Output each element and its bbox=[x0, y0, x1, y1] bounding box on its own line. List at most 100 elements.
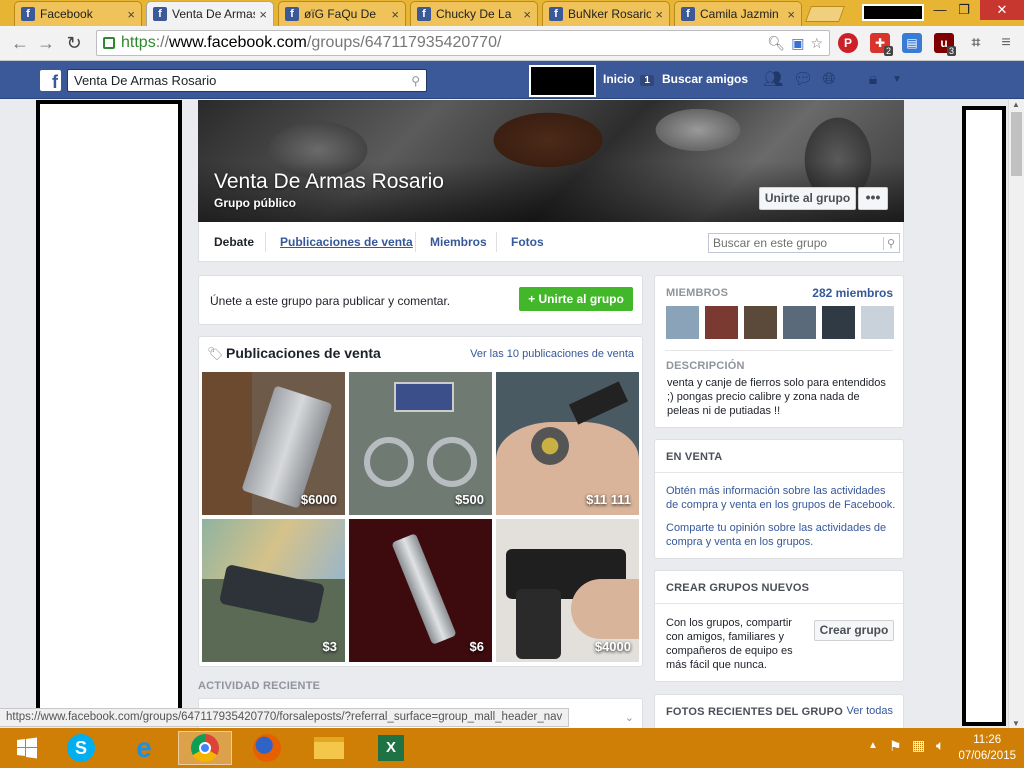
reload-icon[interactable]: ↻ bbox=[62, 32, 86, 54]
member-avatar[interactable] bbox=[666, 306, 699, 339]
forward-icon[interactable]: → bbox=[34, 32, 58, 54]
home-count-badge: 1 bbox=[640, 75, 654, 86]
page-scrollbar[interactable]: ▲ ▼ bbox=[1008, 100, 1024, 728]
chevron-down-icon[interactable]: ⌄ bbox=[625, 711, 634, 724]
item-price: $4000 bbox=[594, 639, 631, 654]
show-hidden-icons-icon[interactable]: ▲ bbox=[868, 740, 878, 751]
members-count-link[interactable]: 282 miembros bbox=[812, 286, 893, 300]
pinterest-extension-icon[interactable]: P bbox=[838, 33, 858, 53]
url-scheme: https bbox=[121, 34, 156, 51]
start-button[interactable] bbox=[0, 731, 54, 765]
search-icon[interactable]: ⚲ bbox=[411, 74, 420, 88]
group-name[interactable]: Venta De Armas Rosario bbox=[214, 170, 444, 194]
browser-tab-venta-de-armas[interactable]: f Venta De Armas Rosario × bbox=[146, 1, 274, 26]
taskbar-firefox[interactable] bbox=[240, 731, 294, 765]
messages-icon[interactable]: 💬︎ bbox=[793, 71, 813, 89]
taskbar-file-explorer[interactable] bbox=[302, 731, 356, 765]
facebook-search-box[interactable]: ⚲ bbox=[67, 69, 427, 92]
account-menu-chevron-icon[interactable]: ▼ bbox=[888, 71, 906, 89]
group-tabs: Debate Publicaciones de venta Miembros F… bbox=[198, 222, 904, 262]
member-avatar[interactable] bbox=[783, 306, 816, 339]
taskbar-internet-explorer[interactable]: e bbox=[117, 731, 171, 765]
home-link[interactable]: Inicio 1 bbox=[603, 72, 654, 86]
address-bar[interactable]: https://www.facebook.com/groups/64711793… bbox=[96, 30, 830, 56]
facebook-logo-icon[interactable]: f bbox=[40, 70, 61, 91]
learn-more-selling-link[interactable]: Obtén más información sobre las activida… bbox=[666, 484, 896, 512]
close-tab-icon[interactable]: × bbox=[523, 7, 531, 22]
browser-tab-faqu[interactable]: f øïG FaQu De × bbox=[278, 1, 406, 26]
close-tab-icon[interactable]: × bbox=[391, 7, 399, 22]
share-feedback-link[interactable]: Comparte tu opinión sobre las actividade… bbox=[666, 521, 896, 549]
facebook-favicon-icon: f bbox=[21, 7, 35, 21]
group-search-box[interactable]: ⚲ bbox=[708, 233, 900, 253]
member-avatar[interactable] bbox=[861, 306, 894, 339]
member-avatar[interactable] bbox=[744, 306, 777, 339]
browser-tab-bunker[interactable]: f BuNker Rosario × bbox=[542, 1, 670, 26]
excel-icon: X bbox=[378, 735, 404, 761]
tab-title: BuNker Rosario bbox=[568, 7, 652, 21]
action-center-flag-icon[interactable]: ⚑ bbox=[889, 738, 902, 755]
facebook-search-input[interactable] bbox=[74, 73, 412, 88]
tab-photos[interactable]: Fotos bbox=[511, 235, 544, 249]
create-group-button[interactable]: Crear grupo bbox=[814, 620, 894, 641]
for-sale-item[interactable]: $11 111 bbox=[496, 372, 639, 515]
volume-icon[interactable]: 🔈︎ bbox=[936, 737, 944, 754]
for-sale-item[interactable]: $3 bbox=[202, 519, 345, 662]
taskbar-skype[interactable]: S bbox=[54, 731, 108, 765]
see-all-for-sale-link[interactable]: Ver las 10 publicaciones de venta bbox=[470, 348, 634, 360]
url-host: www.facebook.com bbox=[169, 34, 307, 51]
member-avatar[interactable] bbox=[822, 306, 855, 339]
cast-icon[interactable]: ⌗ bbox=[966, 33, 986, 53]
group-more-button[interactable]: ••• bbox=[858, 187, 888, 210]
for-sale-item[interactable]: $500 bbox=[349, 372, 492, 515]
friend-requests-icon[interactable]: 👥︎ bbox=[763, 71, 783, 89]
scroll-up-arrow-icon[interactable]: ▲ bbox=[1012, 100, 1020, 109]
tab-title: Chucky De La bbox=[436, 7, 512, 21]
extension-3-icon[interactable]: ▤ bbox=[902, 33, 922, 53]
taskbar-clock[interactable]: 11:26 07/06/2015 bbox=[958, 732, 1016, 764]
new-tab-button[interactable] bbox=[805, 6, 845, 22]
browser-tab-chucky[interactable]: f Chucky De La × bbox=[410, 1, 538, 26]
for-sale-item[interactable]: $4000 bbox=[496, 519, 639, 662]
taskbar-chrome[interactable] bbox=[178, 731, 232, 765]
notifications-globe-icon[interactable]: 🌐︎ bbox=[820, 71, 838, 89]
close-tab-icon[interactable]: × bbox=[259, 7, 267, 22]
browser-tab-camila[interactable]: f Camila Jazmin × bbox=[674, 1, 802, 26]
scrollbar-thumb[interactable] bbox=[1011, 112, 1022, 176]
tab-debate[interactable]: Debate bbox=[214, 235, 254, 249]
join-group-button[interactable]: Unirte al grupo bbox=[759, 187, 856, 210]
join-button-label: Unirte al grupo bbox=[538, 292, 624, 306]
for-sale-item[interactable]: $6000 bbox=[202, 372, 345, 515]
back-icon[interactable]: ← bbox=[8, 32, 32, 54]
group-cover-photo: Venta De Armas Rosario Grupo público Uni… bbox=[198, 100, 904, 222]
tab-forsale[interactable]: Publicaciones de venta bbox=[280, 235, 413, 249]
browser-tab-strip: f Facebook × f Venta De Armas Rosario × … bbox=[0, 0, 1024, 26]
zoom-icon[interactable]: 🔍︎ bbox=[767, 35, 785, 52]
close-tab-icon[interactable]: × bbox=[127, 7, 135, 22]
link-status-bubble: https://www.facebook.com/groups/64711793… bbox=[0, 708, 570, 727]
browser-tab-facebook[interactable]: f Facebook × bbox=[14, 1, 142, 26]
scroll-down-arrow-icon[interactable]: ▼ bbox=[1012, 719, 1020, 728]
join-group-green-button[interactable]: + Unirte al grupo bbox=[519, 287, 633, 311]
maximize-window-icon[interactable]: ❐ bbox=[950, 0, 978, 20]
search-icon[interactable]: ⚲ bbox=[882, 236, 895, 250]
chrome-menu-icon[interactable]: ≡ bbox=[996, 33, 1016, 53]
for-sale-item[interactable]: $6 bbox=[349, 519, 492, 662]
translate-icon[interactable]: ▣ bbox=[791, 35, 804, 52]
tab-members[interactable]: Miembros bbox=[430, 235, 487, 249]
bookmark-star-icon[interactable]: ☆ bbox=[810, 35, 823, 52]
group-search-input[interactable] bbox=[713, 236, 883, 250]
for-sale-info-heading: EN VENTA bbox=[666, 451, 723, 463]
close-window-icon[interactable]: ✕ bbox=[980, 0, 1024, 20]
find-friends-link[interactable]: Buscar amigos bbox=[662, 72, 748, 86]
see-all-photos-link[interactable]: Ver todas bbox=[847, 705, 893, 717]
close-tab-icon[interactable]: × bbox=[787, 7, 795, 22]
privacy-shortcuts-icon[interactable]: 🔒︎ bbox=[864, 71, 882, 89]
close-tab-icon[interactable]: × bbox=[655, 7, 663, 22]
recent-photos-heading: FOTOS RECIENTES DEL GRUPO bbox=[666, 706, 843, 718]
join-prompt-text: Únete a este grupo para publicar y comen… bbox=[210, 294, 451, 308]
network-icon[interactable]: ▦ bbox=[912, 737, 925, 754]
taskbar-excel[interactable]: X bbox=[364, 731, 418, 765]
tab-divider bbox=[415, 232, 416, 252]
member-avatar[interactable] bbox=[705, 306, 738, 339]
